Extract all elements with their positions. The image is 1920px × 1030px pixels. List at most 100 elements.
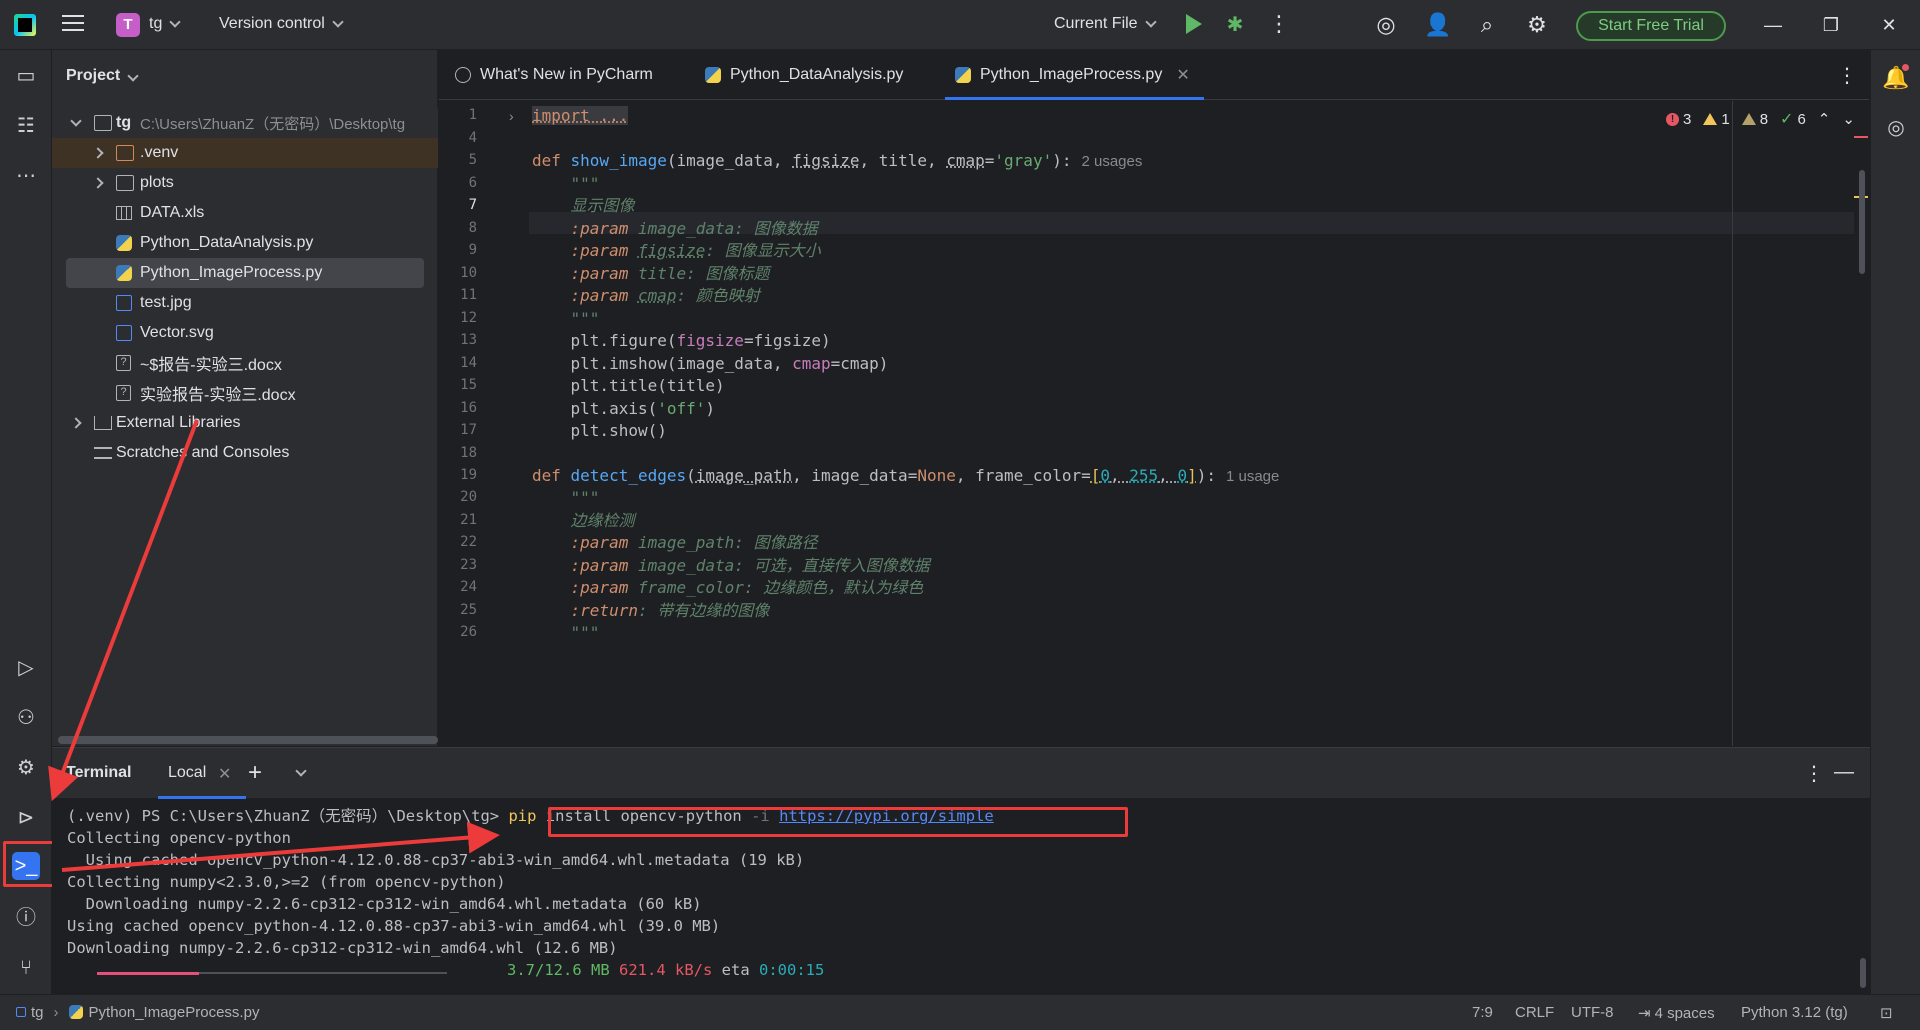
minimize-icon[interactable]: — [1758, 12, 1788, 38]
terminal-tab-local[interactable]: Local [157, 764, 247, 799]
tab-image-process[interactable]: Python_ImageProcess.py ✕ [945, 50, 1204, 100]
code-line-5: def show_image(image_data, figsize, titl… [532, 151, 1143, 170]
tree-item-temp-docx[interactable]: ? ~$报告-实验三.docx [52, 348, 438, 378]
unknown-file-icon: ? [116, 355, 131, 371]
inspection-widget[interactable]: ! 3 1 8 ✓ 6 ⌃ ⌄ [1666, 109, 1855, 129]
code-line-23: :param image_data: 可选，直接传入图像数据 [532, 556, 930, 575]
unknown-file-icon: ? [116, 385, 131, 401]
code-line-21: 边缘检测 [532, 511, 635, 530]
restore-icon[interactable]: ❐ [1816, 12, 1846, 38]
tree-item-venv[interactable]: .venv [52, 138, 438, 168]
terminal-options-icon[interactable]: ⋮ [1804, 761, 1824, 786]
file-encoding[interactable]: UTF-8 [1571, 1004, 1614, 1021]
tab-data-analysis[interactable]: Python_DataAnalysis.py [705, 50, 903, 100]
structure-icon[interactable]: ☷ [12, 112, 40, 140]
chevron-down-icon [169, 15, 182, 28]
project-panel-title[interactable]: Project [66, 67, 139, 85]
services-icon[interactable]: ⚙ [12, 754, 40, 782]
terminal-panel: Terminal Local ✕ + ⋮ — (.venv) PS C:\Use… [52, 747, 1870, 994]
indent-setting[interactable]: ⇥ 4 spaces [1638, 1004, 1715, 1022]
breadcrumb[interactable]: tg › Python_ImageProcess.py [16, 1004, 259, 1021]
problems-icon[interactable]: ⓘ [12, 904, 40, 932]
terminal-scrollbar[interactable] [1860, 958, 1866, 988]
caret-position[interactable]: 7:9 [1472, 1004, 1493, 1021]
tree-item-vector-svg[interactable]: Vector.svg [52, 318, 438, 348]
tree-item-data-xls[interactable]: DATA.xls [52, 198, 438, 228]
code-line-13: plt.figure(figsize=figsize) [532, 331, 831, 350]
tree-item-image-process[interactable]: Python_ImageProcess.py [66, 258, 424, 288]
run-tool-icon[interactable]: ▷ [12, 654, 40, 682]
tree-item-external-libraries[interactable]: External Libraries [52, 408, 438, 438]
weak-warnings-count: 8 [1741, 109, 1768, 129]
project-horizontal-scrollbar[interactable] [58, 736, 438, 744]
warning-icon [1703, 113, 1718, 125]
lock-icon[interactable]: ⊡ [1880, 1004, 1893, 1022]
terminal-output-line: Collecting opencv-python [67, 829, 291, 847]
terminal-output-line: Collecting numpy<2.3.0,>=2 (from opencv-… [67, 873, 506, 891]
usages-hint[interactable]: 1 usage [1226, 468, 1279, 485]
excluded-folder-icon [116, 145, 134, 161]
code-line-20: """ [532, 488, 600, 507]
chevron-right-icon [92, 177, 104, 189]
project-badge[interactable]: T [116, 13, 140, 37]
python-icon [705, 67, 721, 83]
run-icon[interactable] [1186, 14, 1202, 34]
line-number: 20 [460, 489, 477, 505]
next-highlight-icon[interactable]: ⌄ [1842, 109, 1855, 129]
pycharm-logo-icon [14, 14, 36, 36]
chevron-down-icon [1144, 15, 1157, 28]
project-icon [16, 1007, 26, 1017]
project-folder-icon[interactable]: ▭ [12, 62, 40, 90]
fold-expand-icon[interactable]: › [509, 108, 514, 124]
code-line-8: :param image_data: 图像数据 [532, 219, 818, 238]
new-terminal-plus-icon[interactable]: + [248, 759, 262, 787]
code-line-11: :param cmap: 颜色映射 [532, 286, 760, 305]
search-icon[interactable]: ⌕ [1474, 12, 1500, 38]
line-number: 6 [468, 175, 477, 191]
hide-panel-icon[interactable]: — [1834, 761, 1854, 784]
close-window-icon[interactable]: ✕ [1874, 12, 1904, 38]
close-tab-icon[interactable]: ✕ [1176, 65, 1189, 85]
tree-item-data-analysis[interactable]: Python_DataAnalysis.py [52, 228, 438, 258]
start-free-trial-button[interactable]: Start Free Trial [1576, 11, 1726, 41]
tree-item-plots[interactable]: plots [52, 168, 438, 198]
python-packages-icon[interactable]: ⚇ [12, 704, 40, 732]
close-terminal-tab-icon[interactable]: ✕ [218, 764, 231, 784]
terminal-header: Terminal Local ✕ + ⋮ — [52, 748, 1870, 799]
tree-item-label: plots [140, 174, 174, 191]
terminal-output-line: Using cached opencv_python-4.12.0.88-cp3… [67, 917, 721, 935]
usages-hint[interactable]: 2 usages [1081, 153, 1142, 170]
line-number: 17 [460, 422, 477, 438]
more-actions-icon[interactable]: ⋮ [1268, 13, 1290, 35]
line-number: 26 [460, 624, 477, 640]
tree-item-scratches[interactable]: Scratches and Consoles [52, 438, 438, 468]
run-config-selector[interactable]: Current File [1054, 15, 1157, 33]
more-tools-icon[interactable]: ⋯ [12, 162, 40, 190]
title-bar: T tg Version control Current File ✱ ⋮ ◎ … [0, 0, 1920, 50]
debug-tool-icon[interactable]: ⊳ [12, 804, 40, 832]
root-folder-label: tg [116, 114, 132, 131]
main-menu-icon[interactable] [62, 15, 84, 35]
previous-highlight-icon[interactable]: ⌃ [1818, 109, 1831, 129]
ai-chat-icon[interactable]: ◎ [1882, 114, 1910, 142]
terminal-dropdown-icon[interactable] [288, 762, 307, 780]
settings-gear-icon[interactable]: ⚙ [1524, 12, 1550, 38]
version-control-menu[interactable]: Version control [219, 15, 344, 33]
tree-root[interactable]: tg C:\Users\ZhuanZ（无密码）\Desktop\tg [52, 108, 438, 138]
editor-vertical-scrollbar[interactable] [1859, 170, 1865, 274]
tree-item-test-jpg[interactable]: test.jpg [52, 288, 438, 318]
add-user-icon[interactable]: 👤 [1424, 12, 1451, 38]
project-switcher[interactable]: tg [149, 15, 182, 33]
tab-whats-new[interactable]: What's New in PyCharm [455, 50, 653, 100]
git-branch-icon[interactable]: ⑂ [12, 954, 40, 982]
tree-item-label: ~$报告-实验三.docx [140, 357, 282, 374]
python-file-icon [116, 265, 132, 281]
python-interpreter[interactable]: Python 3.12 (tg) [1741, 1004, 1848, 1021]
ai-assistant-icon[interactable]: ◎ [1373, 12, 1399, 38]
line-separator[interactable]: CRLF [1515, 1004, 1554, 1021]
tabs-more-icon[interactable]: ⋮ [1837, 50, 1857, 100]
download-progress-text: 3.7/12.6 MB 621.4 kB/s eta 0:00:15 [507, 961, 825, 979]
error-stripe-mark[interactable] [1854, 136, 1868, 138]
tree-item-report-docx[interactable]: ? 实验报告-实验三.docx [52, 378, 438, 408]
debug-bug-icon[interactable]: ✱ [1224, 14, 1246, 36]
